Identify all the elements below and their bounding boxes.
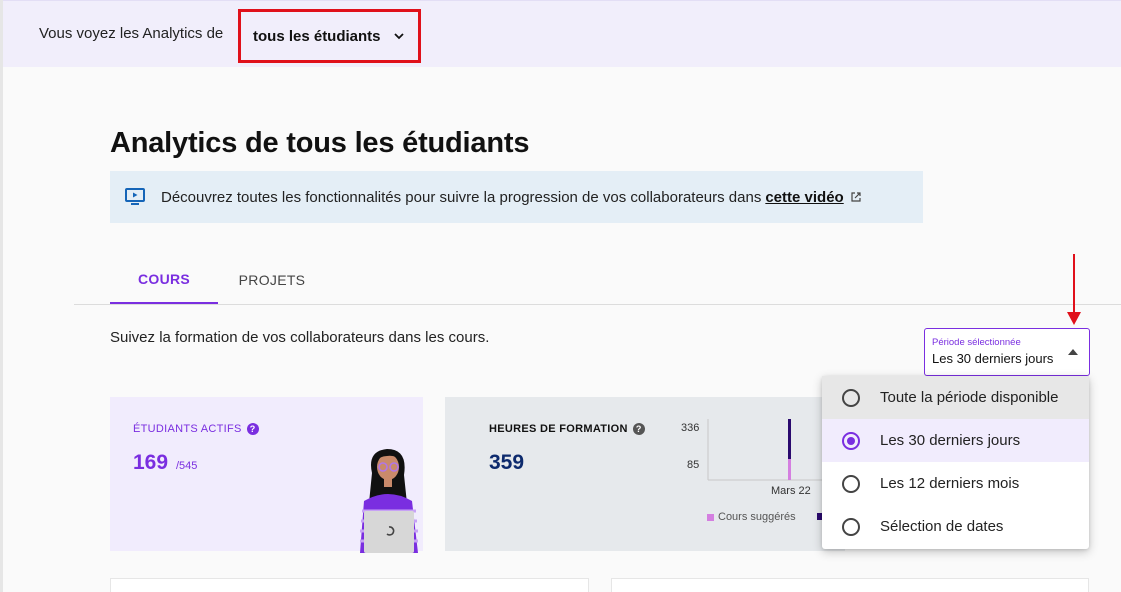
period-option-all[interactable]: Toute la période disponible xyxy=(822,376,1089,419)
scope-select[interactable]: tous les étudiants xyxy=(238,9,421,63)
period-option-12-months[interactable]: Les 12 derniers mois xyxy=(822,462,1089,505)
help-icon[interactable]: ? xyxy=(246,423,259,435)
period-select-label: Période sélectionnée xyxy=(932,337,1021,348)
bottom-card-right xyxy=(611,578,1089,592)
training-hours-chart: 336 85 Mars 22 Cours suggérés xyxy=(675,415,845,535)
period-option-date-range[interactable]: Sélection de dates xyxy=(822,505,1089,548)
active-students-heading: ÉTUDIANTS ACTIFS ? xyxy=(133,423,259,435)
banner-text: Découvrez toutes les fonctionnalités pou… xyxy=(161,188,762,206)
legend-swatch xyxy=(707,513,714,521)
external-link-icon xyxy=(851,192,861,202)
tab-projets[interactable]: PROJETS xyxy=(220,256,324,304)
scope-select-value: tous les étudiants xyxy=(253,27,381,45)
period-option-label: Toute la période disponible xyxy=(880,389,1059,406)
period-option-label: Sélection de dates xyxy=(880,518,1004,535)
radio-button[interactable] xyxy=(842,517,860,536)
scope-prefix-label: Vous voyez les Analytics de xyxy=(39,25,224,42)
bar-series-1 xyxy=(788,459,791,480)
radio-button[interactable] xyxy=(842,431,860,450)
chevron-down-icon xyxy=(393,33,404,40)
caret-up-icon xyxy=(1068,349,1078,355)
bottom-card-left xyxy=(110,578,589,592)
banner-video-link[interactable]: cette vidéo xyxy=(765,189,843,206)
active-students-count: 169 xyxy=(133,451,169,474)
training-hours-card: HEURES DE FORMATION ? 359 336 85 Mars 22… xyxy=(445,397,845,551)
student-laptop-illustration xyxy=(360,449,418,553)
legend-label: Cours suggérés xyxy=(718,511,796,523)
y-tick-label: 336 xyxy=(681,422,700,434)
training-hours-title: HEURES DE FORMATION xyxy=(489,423,628,435)
period-option-30-days[interactable]: Les 30 derniers jours xyxy=(822,419,1089,462)
period-option-label: Les 12 derniers mois xyxy=(880,475,1020,492)
training-hours-heading: HEURES DE FORMATION ? xyxy=(489,423,645,435)
page-title: Analytics de tous les étudiants xyxy=(110,127,530,159)
help-icon[interactable]: ? xyxy=(632,423,645,435)
active-students-title: ÉTUDIANTS ACTIFS xyxy=(133,423,242,435)
period-select[interactable]: Période sélectionnée Les 30 derniers jou… xyxy=(924,328,1090,376)
period-option-label: Les 30 derniers jours xyxy=(880,432,1021,449)
x-tick-label: Mars 22 xyxy=(771,485,811,497)
y-tick-label: 85 xyxy=(687,459,700,471)
radio-button[interactable] xyxy=(842,474,860,493)
info-banner: Découvrez toutes les fonctionnalités pou… xyxy=(110,171,923,223)
chart-legend-item: Cours suggérés xyxy=(707,511,796,523)
radio-button[interactable] xyxy=(842,388,860,407)
total-students-count: /545 xyxy=(176,460,198,472)
training-hours-count: 359 xyxy=(489,451,525,474)
period-dropdown-menu: Toute la période disponible Les 30 derni… xyxy=(822,376,1089,549)
period-select-value: Les 30 derniers jours xyxy=(932,351,1054,366)
analytics-scope-bar: Vous voyez les Analytics de tous les étu… xyxy=(3,0,1121,67)
active-students-card: ÉTUDIANTS ACTIFS ? 169 /545 xyxy=(110,397,423,553)
tab-cours[interactable]: COURS xyxy=(110,256,218,304)
bar-series-2 xyxy=(788,419,791,459)
section-subtitle: Suivez la formation de vos collaborateur… xyxy=(110,329,490,346)
red-arrow-annotation xyxy=(1067,254,1081,325)
tabs-bar: COURS PROJETS xyxy=(74,256,1121,305)
page-left-edge xyxy=(0,0,3,592)
video-screen-icon xyxy=(125,188,145,205)
